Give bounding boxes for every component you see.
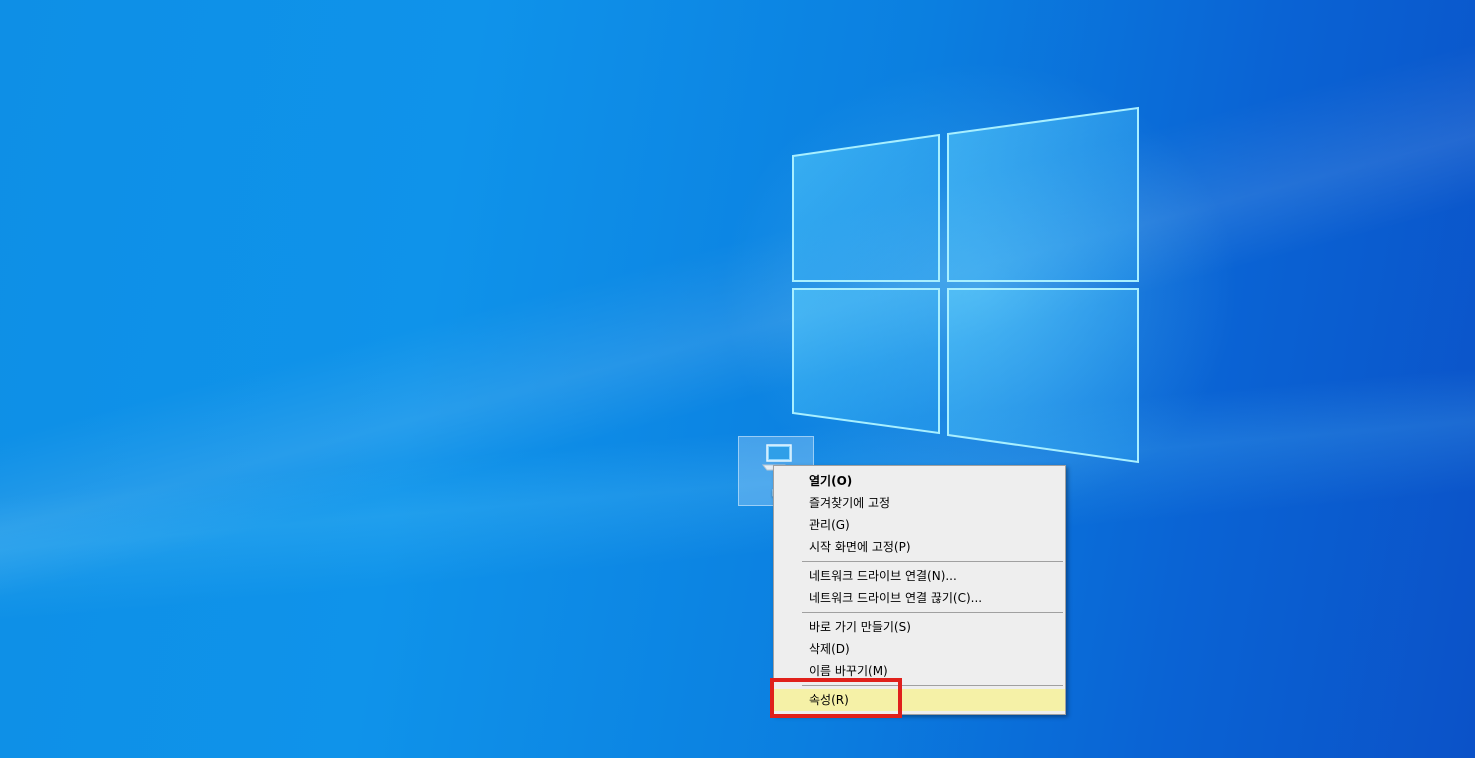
menu-separator xyxy=(802,561,1063,562)
menu-item-pin-to-start[interactable]: 시작 화면에 고정(P) xyxy=(774,536,1065,558)
context-menu: 열기(O) 즐겨찾기에 고정 관리(G) 시작 화면에 고정(P) 네트워크 드… xyxy=(773,465,1066,715)
windows-logo-pane-top-right xyxy=(947,106,1139,282)
menu-item-rename[interactable]: 이름 바꾸기(M) xyxy=(774,660,1065,682)
menu-item-open[interactable]: 열기(O) xyxy=(774,470,1065,492)
menu-separator xyxy=(802,612,1063,613)
menu-item-create-shortcut[interactable]: 바로 가기 만들기(S) xyxy=(774,616,1065,638)
desktop-background[interactable]: 내 열기(O) 즐겨찾기에 고정 관리(G) 시작 화면에 고정(P) 네트워크… xyxy=(0,0,1475,758)
menu-separator xyxy=(802,685,1063,686)
windows-logo-pane-bottom-right xyxy=(947,288,1139,464)
menu-item-properties[interactable]: 속성(R) xyxy=(774,689,1065,711)
menu-item-pin-to-quick-access[interactable]: 즐겨찾기에 고정 xyxy=(774,492,1065,514)
menu-item-disconnect-network-drive[interactable]: 네트워크 드라이브 연결 끊기(C)... xyxy=(774,587,1065,609)
windows-logo-pane-top-left xyxy=(792,133,940,282)
windows-logo-pane-bottom-left xyxy=(792,288,940,435)
menu-item-map-network-drive[interactable]: 네트워크 드라이브 연결(N)... xyxy=(774,565,1065,587)
menu-item-manage[interactable]: 관리(G) xyxy=(774,514,1065,536)
menu-item-delete[interactable]: 삭제(D) xyxy=(774,638,1065,660)
windows-logo xyxy=(792,106,1139,464)
